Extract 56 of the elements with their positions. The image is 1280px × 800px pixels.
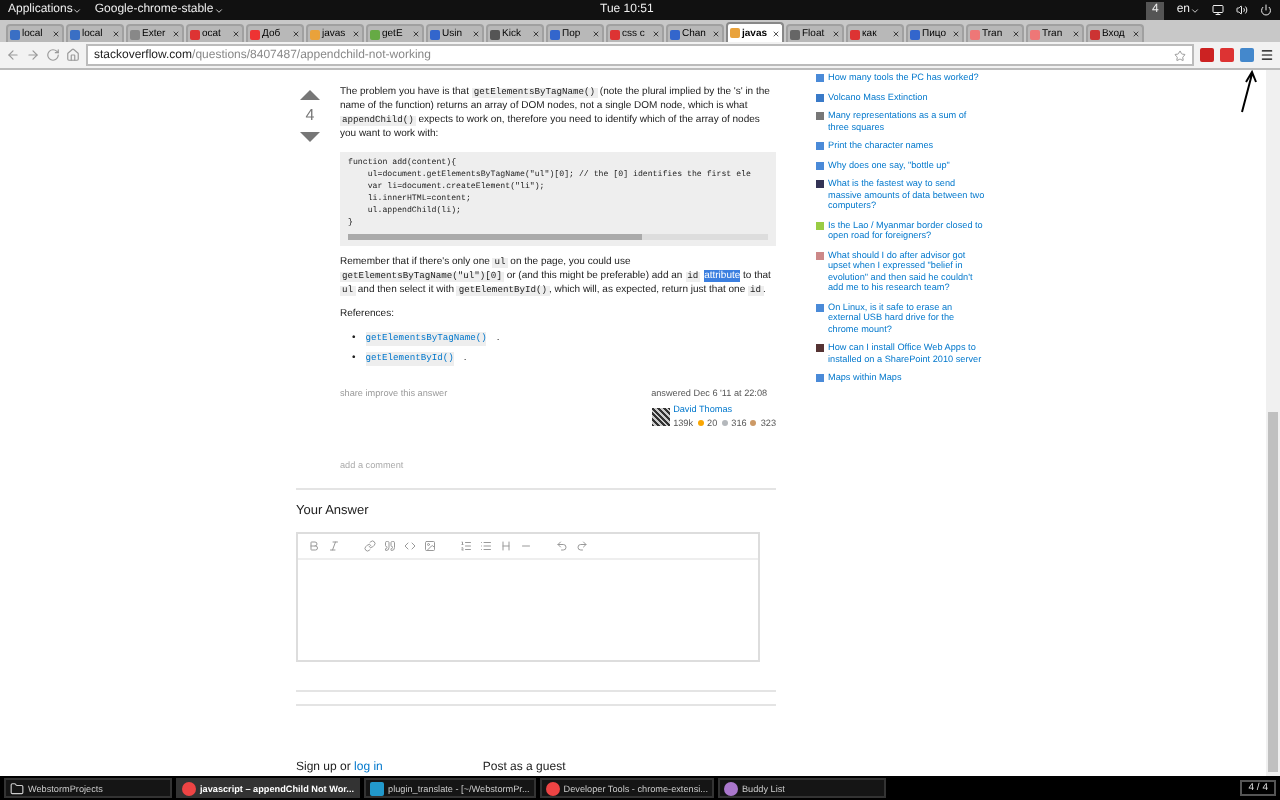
site-icon xyxy=(816,93,824,101)
numbered-list-icon[interactable] xyxy=(460,540,472,552)
vote-count: 4 xyxy=(305,106,315,126)
caret-icon xyxy=(1190,5,1200,15)
site-icon xyxy=(816,221,824,229)
chat-icon xyxy=(723,781,738,795)
code-icon[interactable] xyxy=(404,540,416,552)
favicon xyxy=(250,29,260,39)
caret-icon xyxy=(72,5,83,15)
favicon xyxy=(550,29,560,39)
favicon xyxy=(1090,29,1100,39)
site-icon xyxy=(816,374,824,382)
favicon xyxy=(970,29,980,39)
pointer-arrow-drawing xyxy=(1241,70,1257,113)
bookmark-star-icon[interactable] xyxy=(1174,49,1186,61)
site-icon xyxy=(816,344,824,352)
site-icon xyxy=(816,251,824,259)
avatar-identicon[interactable] xyxy=(651,407,670,425)
browser-icon xyxy=(545,781,560,795)
folder-icon xyxy=(10,781,24,795)
power-icon[interactable] xyxy=(1260,4,1272,16)
upvote-arrow[interactable] xyxy=(300,90,320,100)
favicon xyxy=(670,29,680,39)
browser-icon xyxy=(182,781,196,795)
favicon xyxy=(130,29,140,39)
undo-icon[interactable] xyxy=(556,540,568,552)
menu-icon[interactable] xyxy=(1260,48,1274,62)
redo-icon[interactable] xyxy=(576,540,588,552)
favicon xyxy=(310,29,320,39)
site-icon xyxy=(816,112,824,120)
favicon xyxy=(430,29,440,39)
favicon xyxy=(70,29,80,39)
favicon xyxy=(1030,29,1040,39)
favicon xyxy=(370,29,380,39)
favicon xyxy=(190,29,200,39)
favicon xyxy=(910,29,920,39)
display-icon[interactable] xyxy=(1212,4,1224,16)
site-icon xyxy=(816,303,824,311)
page-scrollbar[interactable] xyxy=(1266,70,1280,776)
site-icon xyxy=(816,180,824,188)
caret-icon xyxy=(213,5,224,15)
favicon xyxy=(490,29,500,39)
quote-icon[interactable] xyxy=(384,540,396,552)
favicon xyxy=(730,28,740,38)
ide-icon xyxy=(370,781,385,795)
image-icon[interactable] xyxy=(424,540,436,552)
site-icon xyxy=(816,161,824,169)
site-icon xyxy=(816,74,824,82)
favicon xyxy=(850,29,860,39)
volume-icon[interactable] xyxy=(1236,4,1248,16)
favicon xyxy=(10,29,20,39)
favicon xyxy=(790,29,800,39)
favicon xyxy=(610,29,620,39)
bulleted-list-icon[interactable] xyxy=(480,540,492,552)
site-icon xyxy=(816,142,824,150)
downvote-arrow[interactable] xyxy=(300,132,320,142)
